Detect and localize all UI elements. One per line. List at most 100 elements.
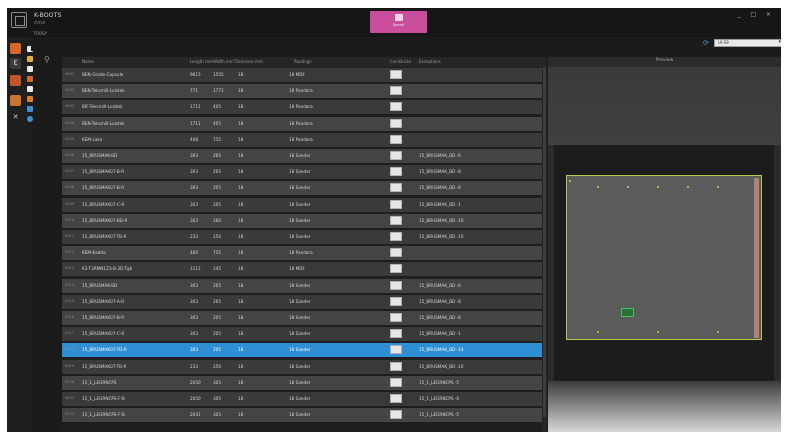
con-bricks-checkbox[interactable] xyxy=(390,264,402,274)
con-bricks-checkbox[interactable] xyxy=(390,410,402,420)
copy-icon[interactable] xyxy=(27,86,33,92)
cell-routing: 18 Sander xyxy=(289,234,311,239)
con-bricks-checkbox[interactable] xyxy=(390,70,402,79)
table-row[interactable]: 0003 BIF-Teksmill-Loistek 1711 405 18 18 Pand… xyxy=(62,100,542,115)
board-marker xyxy=(621,308,634,317)
con-bricks-checkbox[interactable] xyxy=(390,86,402,96)
cell-thickness: 18 xyxy=(238,88,244,94)
con-bricks-checkbox[interactable] xyxy=(390,280,402,290)
table-row[interactable]: 0001 BEN-Grade-Capsule 9615 1555 18 18 MDF xyxy=(62,68,542,82)
table-row[interactable]: 0022 15_1_LEGRNCPS-F-B 2041 305 18 18 Sander 1… xyxy=(62,408,542,423)
table-row[interactable]: 0015 15_BRUSMAK07-A-R 303 265 18 18 Sander 15_… xyxy=(62,294,542,309)
con-bricks-checkbox[interactable] xyxy=(390,134,402,144)
box-tool-icon[interactable] xyxy=(10,95,21,106)
document-icon[interactable] xyxy=(27,66,33,72)
column-header[interactable]: Width mm xyxy=(213,59,234,64)
cell-length: 303 xyxy=(190,169,198,175)
cell-thickness: 18 xyxy=(238,201,244,207)
table-row[interactable]: 0008 15_BRUSMAK07-B-R 303 205 18 18 Sander 15_… xyxy=(62,181,542,196)
con-bricks-checkbox[interactable] xyxy=(390,377,402,387)
table-row[interactable]: 0018 15_BRUSMAK07-TD-R 303 205 18 18 Sander 15… xyxy=(62,343,542,358)
measure-tool-icon[interactable]: ℇ xyxy=(10,58,21,69)
pin-icon[interactable]: ⚲ xyxy=(44,55,53,67)
con-bricks-checkbox[interactable] xyxy=(390,183,402,193)
edge-marker xyxy=(657,331,659,333)
save-icon[interactable] xyxy=(27,106,33,112)
con-bricks-checkbox[interactable] xyxy=(390,329,402,339)
con-bricks-checkbox[interactable] xyxy=(390,248,402,258)
table-row[interactable]: 0005 KEM-Lake 408 755 18 18 Pandora xyxy=(62,132,542,147)
con-bricks-checkbox[interactable] xyxy=(390,361,402,371)
table-row[interactable]: 0006 15_BRUSMAK-BD 303 265 18 18 Sander 15_BRU… xyxy=(62,149,542,163)
table-row[interactable]: 0009 15_BRUSMAK07-C-R 303 205 18 18 Sander 15_… xyxy=(62,197,542,212)
settings-tool-icon[interactable] xyxy=(10,75,21,86)
con-bricks-checkbox[interactable] xyxy=(390,232,402,241)
con-bricks-checkbox[interactable] xyxy=(390,345,402,355)
cell-exceptions: 15_1_LEGRNCPS -6 xyxy=(419,396,460,401)
column-header[interactable]: Thickness mm xyxy=(234,59,263,64)
con-bricks-checkbox[interactable] xyxy=(390,296,402,306)
cell-width: 265 xyxy=(213,153,221,158)
table-scrollbar[interactable] xyxy=(542,57,547,432)
board-edge-band xyxy=(754,178,759,338)
cell-exceptions: 15_BRUSMAK_BD -8 xyxy=(419,298,461,304)
import-tool-icon[interactable] xyxy=(10,43,21,54)
cell-thickness: 18 xyxy=(238,347,244,353)
cell-length: 233 xyxy=(190,363,198,369)
tools-icon[interactable]: ✕ xyxy=(10,112,21,123)
con-bricks-checkbox[interactable] xyxy=(390,215,402,225)
table-row[interactable]: 0007 15_BRUSMAK07-B-R 303 265 18 18 Sander 15_… xyxy=(62,165,542,180)
cell-routing: 18 Sander xyxy=(289,282,311,288)
cell-thickness: 18 xyxy=(238,298,244,304)
table-row[interactable]: 0014 15_BRUSMAK-BD 303 265 18 18 Sander 15_BRU… xyxy=(62,278,542,293)
cell-thickness: 18 xyxy=(238,185,244,191)
table-row[interactable]: 0013 K3-T3RMN1Z3-B-3D-Tgb 1111 245 18 18 MDF xyxy=(62,262,542,277)
con-bricks-checkbox[interactable] xyxy=(390,102,402,112)
table-row[interactable]: 0017 15_BRUSMAK07-C-R 303 205 18 18 Sander 15_… xyxy=(62,327,542,342)
con-bricks-checkbox[interactable] xyxy=(390,118,402,128)
edge-marker xyxy=(717,331,719,333)
refresh-icon[interactable]: ⟳ xyxy=(703,39,709,47)
column-header[interactable]: Con-Bricks xyxy=(390,59,411,64)
table-row[interactable]: 0011 15_BRUSMAK07-TB-R 233 250 18 18 Sander 15… xyxy=(62,230,542,244)
preview-canvas[interactable] xyxy=(554,145,774,381)
folder-icon[interactable] xyxy=(27,56,33,62)
layout-select[interactable]: UI-S9 xyxy=(714,39,781,47)
table-row[interactable]: 0016 15_BRUSMAK07-B-R 303 205 18 18 Sander 15_… xyxy=(62,311,542,325)
application-window: K-BOOTS ctmel TOOGY Speed _ □ × ℇ ✕ ⚲ ⟳ … xyxy=(7,8,781,432)
table-row[interactable]: 0002 BEN-Teksmill-Loistek 771 1771 18 18 Pand… xyxy=(62,84,542,99)
cell-thickness: 18 xyxy=(238,136,244,142)
cell-routing: 18 Pandora xyxy=(289,120,313,126)
speed-button[interactable]: Speed xyxy=(370,11,427,33)
con-bricks-checkbox[interactable] xyxy=(390,313,402,322)
table-row[interactable]: 0010 15_BRUSMAK07-BD-R 303 260 18 18 Sander 15… xyxy=(62,213,542,228)
app-logo-icon xyxy=(11,12,27,28)
column-header[interactable]: Routings xyxy=(294,59,311,64)
cell-width: 755 xyxy=(213,136,221,142)
column-header[interactable]: Length mm xyxy=(190,59,213,64)
cell-length: 2050 xyxy=(190,396,201,401)
con-bricks-checkbox[interactable] xyxy=(390,151,402,160)
scrollbar-thumb[interactable] xyxy=(543,67,546,417)
info-icon[interactable] xyxy=(27,116,33,122)
table-row[interactable]: 0004 BEN-Teksmill-Loistek 1711 405 18 18 Pand… xyxy=(62,116,542,131)
table-row[interactable]: 0021 15_1_LEGRNCPS-F-B 2050 305 18 18 Sander 1… xyxy=(62,392,542,406)
cell-length: 2041 xyxy=(190,412,201,418)
table-row[interactable]: 0019 15_BRUSMAK07-TB-R 233 250 18 18 Sander 15… xyxy=(62,359,542,374)
paste-icon[interactable] xyxy=(27,96,33,102)
con-bricks-checkbox[interactable] xyxy=(390,394,402,403)
cut-icon[interactable] xyxy=(27,76,33,82)
con-bricks-checkbox[interactable] xyxy=(390,199,402,209)
cell-routing: 18 Sander xyxy=(289,201,311,207)
menu-label[interactable]: TOOGY xyxy=(33,31,47,36)
window-controls[interactable]: _ □ × xyxy=(737,11,775,18)
table-row[interactable]: 0020 15_1_LEGRNCPS 2050 305 18 18 Sander 15_1_… xyxy=(62,375,542,390)
column-header[interactable]: Exceptions xyxy=(419,59,441,64)
cell-routing: 18 Sander xyxy=(289,298,311,304)
table-row[interactable]: 0012 KEM-Kadda 400 755 18 18 Pandora xyxy=(62,246,542,261)
cell-length: 303 xyxy=(190,315,198,320)
con-bricks-checkbox[interactable] xyxy=(390,167,402,177)
column-header[interactable]: Name xyxy=(82,59,94,64)
cell-thickness: 18 xyxy=(238,234,244,239)
cell-routing: 18 Pandora xyxy=(289,104,313,110)
